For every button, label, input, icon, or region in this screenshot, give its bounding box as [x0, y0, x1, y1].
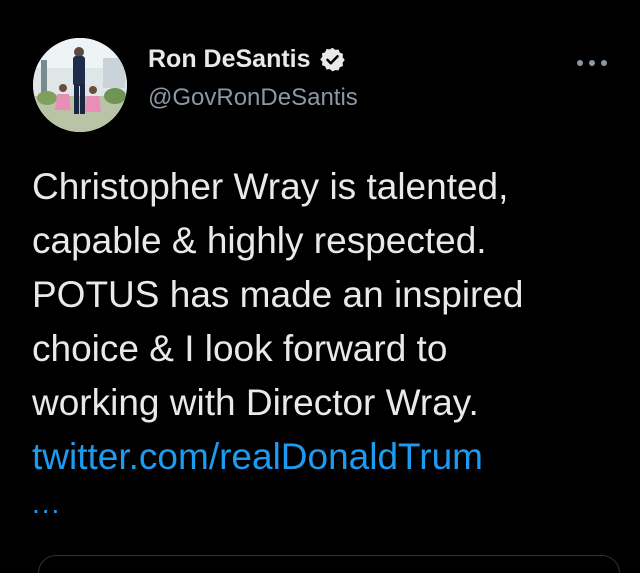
tweet-card: Ron DeSantis @GovRonDeSantis Christopher… — [0, 0, 640, 573]
tweet-link[interactable]: twitter.com/realDonaldTrum — [32, 430, 632, 484]
quoted-tweet-card[interactable] — [38, 555, 620, 573]
avatar[interactable] — [33, 38, 127, 132]
author-handle[interactable]: @GovRonDeSantis — [148, 84, 358, 112]
verified-badge-icon — [319, 46, 346, 73]
profile-photo-icon — [33, 38, 127, 132]
tweet-line: capable & highly respected. — [32, 220, 487, 261]
tweet-line: choice & I look forward to — [32, 328, 448, 369]
tweet-line: Christopher Wray is talented, — [32, 166, 509, 207]
tweet-line: POTUS has made an inspired — [32, 274, 524, 315]
author-name-row[interactable]: Ron DeSantis — [148, 44, 346, 74]
more-options-icon[interactable] — [575, 56, 609, 68]
link-ellipsis[interactable]: ... — [32, 486, 632, 522]
tweet-line: working with Director Wray. — [32, 382, 479, 423]
author-name[interactable]: Ron DeSantis — [148, 44, 311, 74]
tweet-text: Christopher Wray is talented, capable & … — [32, 160, 632, 522]
